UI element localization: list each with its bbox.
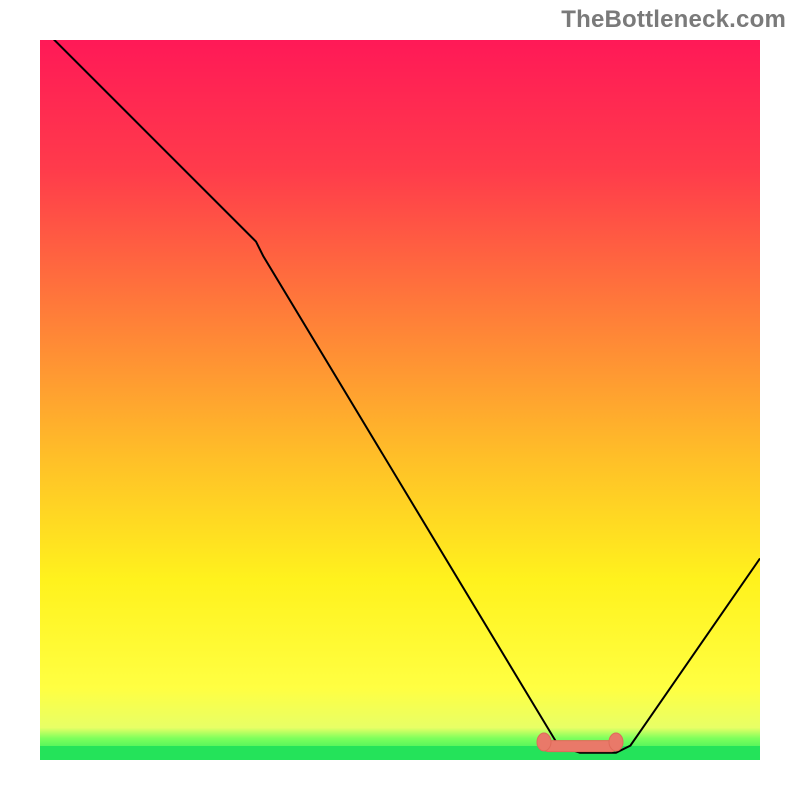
marker-dot-right <box>609 733 623 751</box>
optimal-range-bar <box>544 741 616 752</box>
marker-dot-left <box>537 733 551 751</box>
bottom-green-band <box>40 746 760 760</box>
chart-svg <box>40 40 760 760</box>
chart-plot-area <box>40 40 760 760</box>
gradient-background <box>40 40 760 760</box>
watermark-text: TheBottleneck.com <box>561 6 786 34</box>
